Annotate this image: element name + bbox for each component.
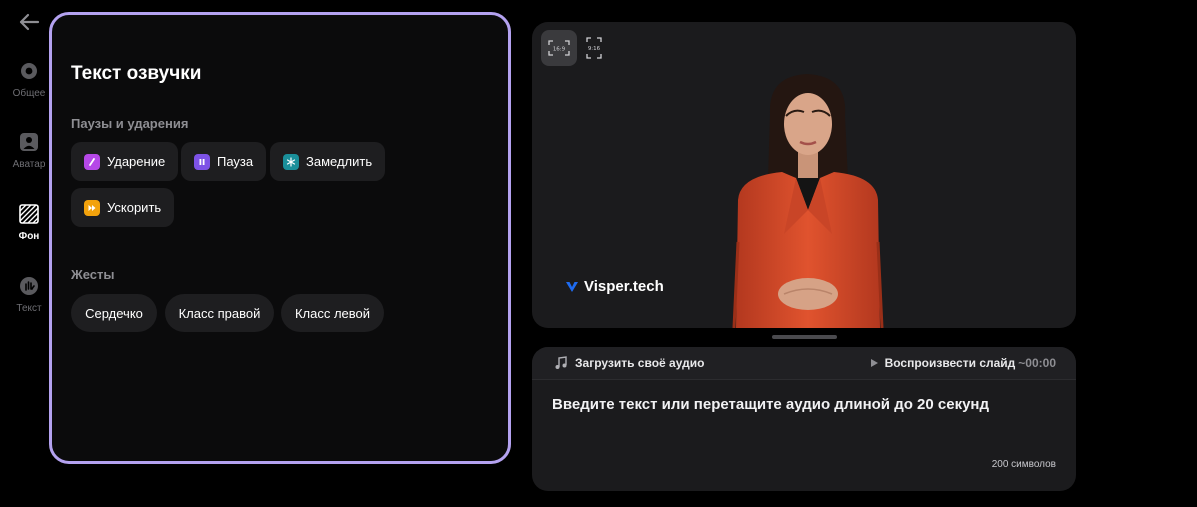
gear-icon bbox=[18, 60, 40, 82]
pauses-section-label: Паузы и ударения bbox=[71, 116, 189, 131]
script-editor: Загрузить своё аудио Воспроизвести слайд… bbox=[532, 347, 1076, 491]
person-icon bbox=[18, 131, 40, 153]
sidebar-item-avatar[interactable]: Аватар bbox=[4, 131, 54, 170]
avatar-preview: 16:9 9:16 Visper.tech bbox=[532, 22, 1076, 328]
script-toolbar: Загрузить своё аудио Воспроизвести слайд… bbox=[532, 347, 1076, 380]
slow-down-label: Замедлить bbox=[306, 154, 373, 169]
gesture-heart-button[interactable]: Сердечко bbox=[71, 294, 157, 332]
sidebar-item-label: Фон bbox=[18, 231, 40, 242]
stress-button[interactable]: Ударение bbox=[71, 142, 179, 181]
fast-forward-icon bbox=[84, 199, 100, 216]
character-counter: 200 символов bbox=[991, 459, 1056, 470]
speed-up-button[interactable]: Ускорить bbox=[71, 188, 175, 227]
snowflake-icon bbox=[283, 153, 299, 170]
stress-label: Ударение bbox=[107, 154, 166, 169]
ratio-16-9-button[interactable]: 16:9 bbox=[541, 30, 577, 66]
music-note-icon bbox=[555, 356, 567, 369]
arrow-left-icon bbox=[19, 13, 40, 31]
pause-button[interactable]: Пауза bbox=[181, 142, 267, 181]
sidebar-item-label: Аватар bbox=[12, 159, 46, 170]
panel-title: Текст озвучки bbox=[71, 63, 202, 84]
resize-handle[interactable] bbox=[772, 335, 837, 339]
sidebar-item-text[interactable]: Текст bbox=[4, 275, 54, 314]
ratio-9-16-button[interactable]: 9:16 bbox=[576, 30, 612, 66]
ratio-frame-icon: 9:16 bbox=[586, 37, 602, 59]
ratio-frame-icon: 16:9 bbox=[548, 40, 570, 56]
gestures-section-label: Жесты bbox=[71, 267, 115, 282]
slow-down-button[interactable]: Замедлить bbox=[270, 142, 386, 181]
sidebar-item-label: Текст bbox=[16, 303, 42, 314]
hand-icon bbox=[18, 275, 40, 297]
avatar-presenter-image bbox=[732, 74, 884, 328]
brand-logo: Visper.tech bbox=[565, 278, 664, 295]
brand-name: Visper.tech bbox=[584, 278, 664, 295]
duration-text: ~00:00 bbox=[1018, 356, 1056, 370]
gesture-thumbs-up-right-button[interactable]: Класс правой bbox=[165, 294, 274, 332]
sidebar-item-label: Общее bbox=[12, 88, 46, 99]
speed-up-label: Ускорить bbox=[107, 200, 162, 215]
ratio-9-16-label: 9:16 bbox=[588, 46, 601, 52]
script-text-input[interactable]: Введите текст или перетащите аудио длино… bbox=[552, 396, 989, 413]
gesture-thumbs-up-left-button[interactable]: Класс левой bbox=[281, 294, 384, 332]
stress-icon bbox=[84, 153, 100, 170]
pause-icon bbox=[194, 153, 210, 170]
background-icon bbox=[18, 203, 40, 225]
upload-audio-button[interactable]: Загрузить своё аудио bbox=[554, 356, 704, 370]
play-slide-button[interactable]: Воспроизвести слайд ~00:00 bbox=[869, 356, 1056, 370]
pause-label: Пауза bbox=[217, 154, 254, 169]
upload-audio-label: Загрузить своё аудио bbox=[575, 356, 705, 370]
play-icon bbox=[870, 359, 878, 367]
sidebar-item-general[interactable]: Общее bbox=[4, 60, 54, 99]
visper-logo-icon bbox=[566, 281, 578, 292]
ratio-16-9-label: 16:9 bbox=[553, 47, 566, 53]
sidebar-item-background[interactable]: Фон bbox=[4, 203, 54, 242]
back-button[interactable] bbox=[14, 8, 44, 36]
voiceover-panel: Текст озвучки Паузы и ударения Ударение … bbox=[49, 12, 511, 464]
play-slide-label: Воспроизвести слайд bbox=[884, 356, 1016, 370]
